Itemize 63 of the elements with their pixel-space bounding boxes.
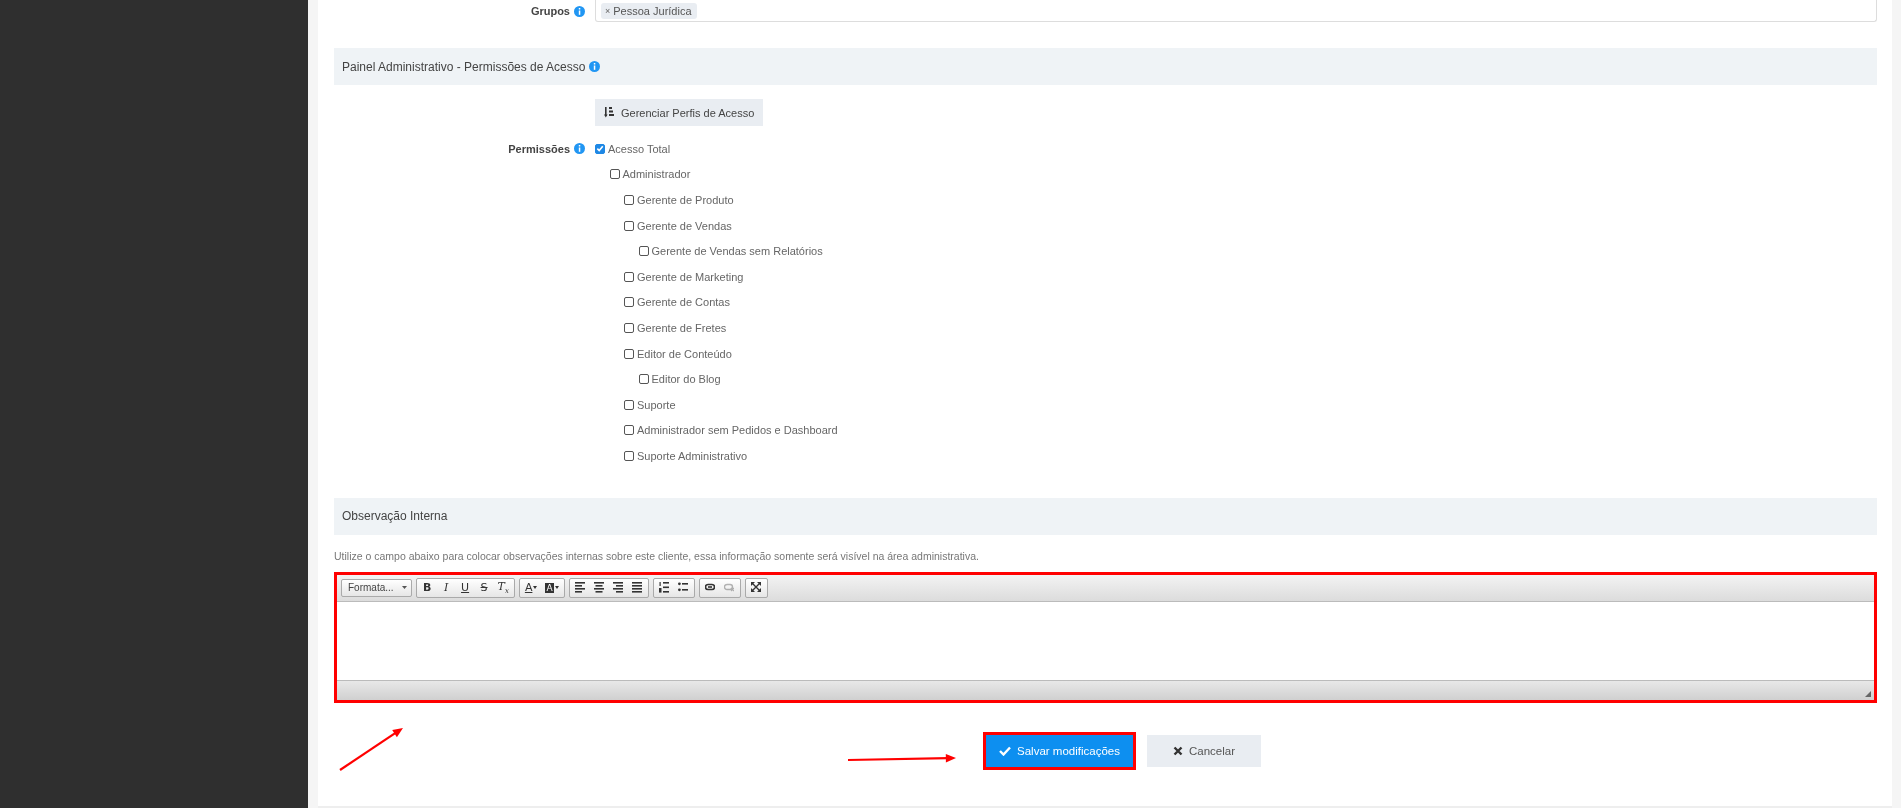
background-color-button[interactable]: A: [541, 578, 563, 597]
tag-label: Pessoa Jurídica: [613, 4, 692, 17]
italic-button[interactable]: I: [436, 578, 456, 597]
caret-icon: [533, 586, 538, 590]
maximize-icon: [751, 582, 762, 594]
checkbox-label: Acesso Total: [608, 142, 671, 155]
checkbox[interactable]: [624, 195, 634, 205]
text-color-button[interactable]: A: [520, 578, 542, 597]
caret-icon: [554, 586, 559, 590]
checkbox-label: Gerente de Vendas sem Relatórios: [651, 245, 823, 258]
bulleted-list-icon: [678, 582, 689, 594]
checkbox[interactable]: [624, 220, 634, 231]
checkbox-label: Gerente de Contas: [637, 296, 730, 309]
checkbox-label: Editor de Conteúdo: [637, 347, 732, 360]
section-title: Painel Administrativo - Permissões de Acesso: [342, 59, 586, 74]
caret-icon: [401, 586, 407, 590]
checkbox[interactable]: [624, 271, 634, 282]
cancel-button[interactable]: Cancelar: [1146, 734, 1261, 767]
field-label: Permissões: [508, 142, 570, 155]
checkbox[interactable]: [624, 450, 634, 461]
sort-icon: [604, 107, 614, 118]
checkbox-label: Editor do Blog: [651, 373, 721, 386]
underline-button[interactable]: U: [455, 578, 475, 597]
checkbox[interactable]: [624, 425, 634, 436]
clear-format-button[interactable]: T$_{x}$: [493, 578, 513, 597]
format-dropdown[interactable]: Formata...: [341, 578, 412, 597]
groups-field[interactable]: × Pessoa Jurídica: [595, 0, 1877, 22]
close-icon: [1172, 745, 1183, 756]
info-icon: [574, 5, 585, 17]
align-right-icon: [613, 582, 624, 594]
checkbox-label: Gerente de Marketing: [637, 270, 744, 283]
checkbox-label: Suporte: [637, 398, 676, 411]
checkbox[interactable]: [609, 169, 620, 180]
checkbox[interactable]: [638, 246, 649, 257]
strikethrough-button[interactable]: S: [474, 578, 494, 597]
annotation-arrow: [339, 728, 403, 771]
checkbox[interactable]: [595, 143, 605, 154]
checkbox[interactable]: [624, 399, 634, 410]
checkbox-label: Suporte Administrativo: [637, 449, 748, 462]
remove-button[interactable]: ×: [605, 5, 611, 16]
justify-icon: [632, 582, 643, 594]
numbered-list-icon: [659, 582, 670, 594]
checkbox[interactable]: [624, 297, 634, 308]
checkbox[interactable]: [624, 348, 634, 359]
bold-button[interactable]: B: [417, 578, 437, 597]
field-label: Grupos: [530, 5, 570, 17]
manage-profiles-button[interactable]: Gerenciar Perfis de Acesso: [595, 99, 764, 126]
checkbox[interactable]: [624, 322, 634, 333]
checkbox-label: Administrador sem Pedidos e Dashboard: [637, 424, 838, 437]
checkbox-label: Administrador: [622, 168, 691, 181]
help-text: Utilize o campo abaixo para colocar observações internas sobre este cliente, essa informação somente será visível na área administrativa.: [334, 549, 980, 562]
align-center-icon: [594, 582, 605, 594]
info-icon: [574, 143, 585, 155]
check-icon: [999, 745, 1012, 756]
info-icon: [589, 61, 601, 72]
resize-handle-icon: [1865, 690, 1871, 697]
checkbox[interactable]: [638, 374, 649, 385]
checkbox-label: Gerente de Fretes: [637, 321, 727, 334]
unlink-icon: [724, 582, 735, 594]
align-left-icon: [575, 582, 586, 594]
checkbox-label: Gerente de Produto: [637, 194, 734, 206]
section-title: Observação Interna: [342, 509, 448, 524]
checkbox-label: Gerente de Vendas: [637, 219, 732, 232]
